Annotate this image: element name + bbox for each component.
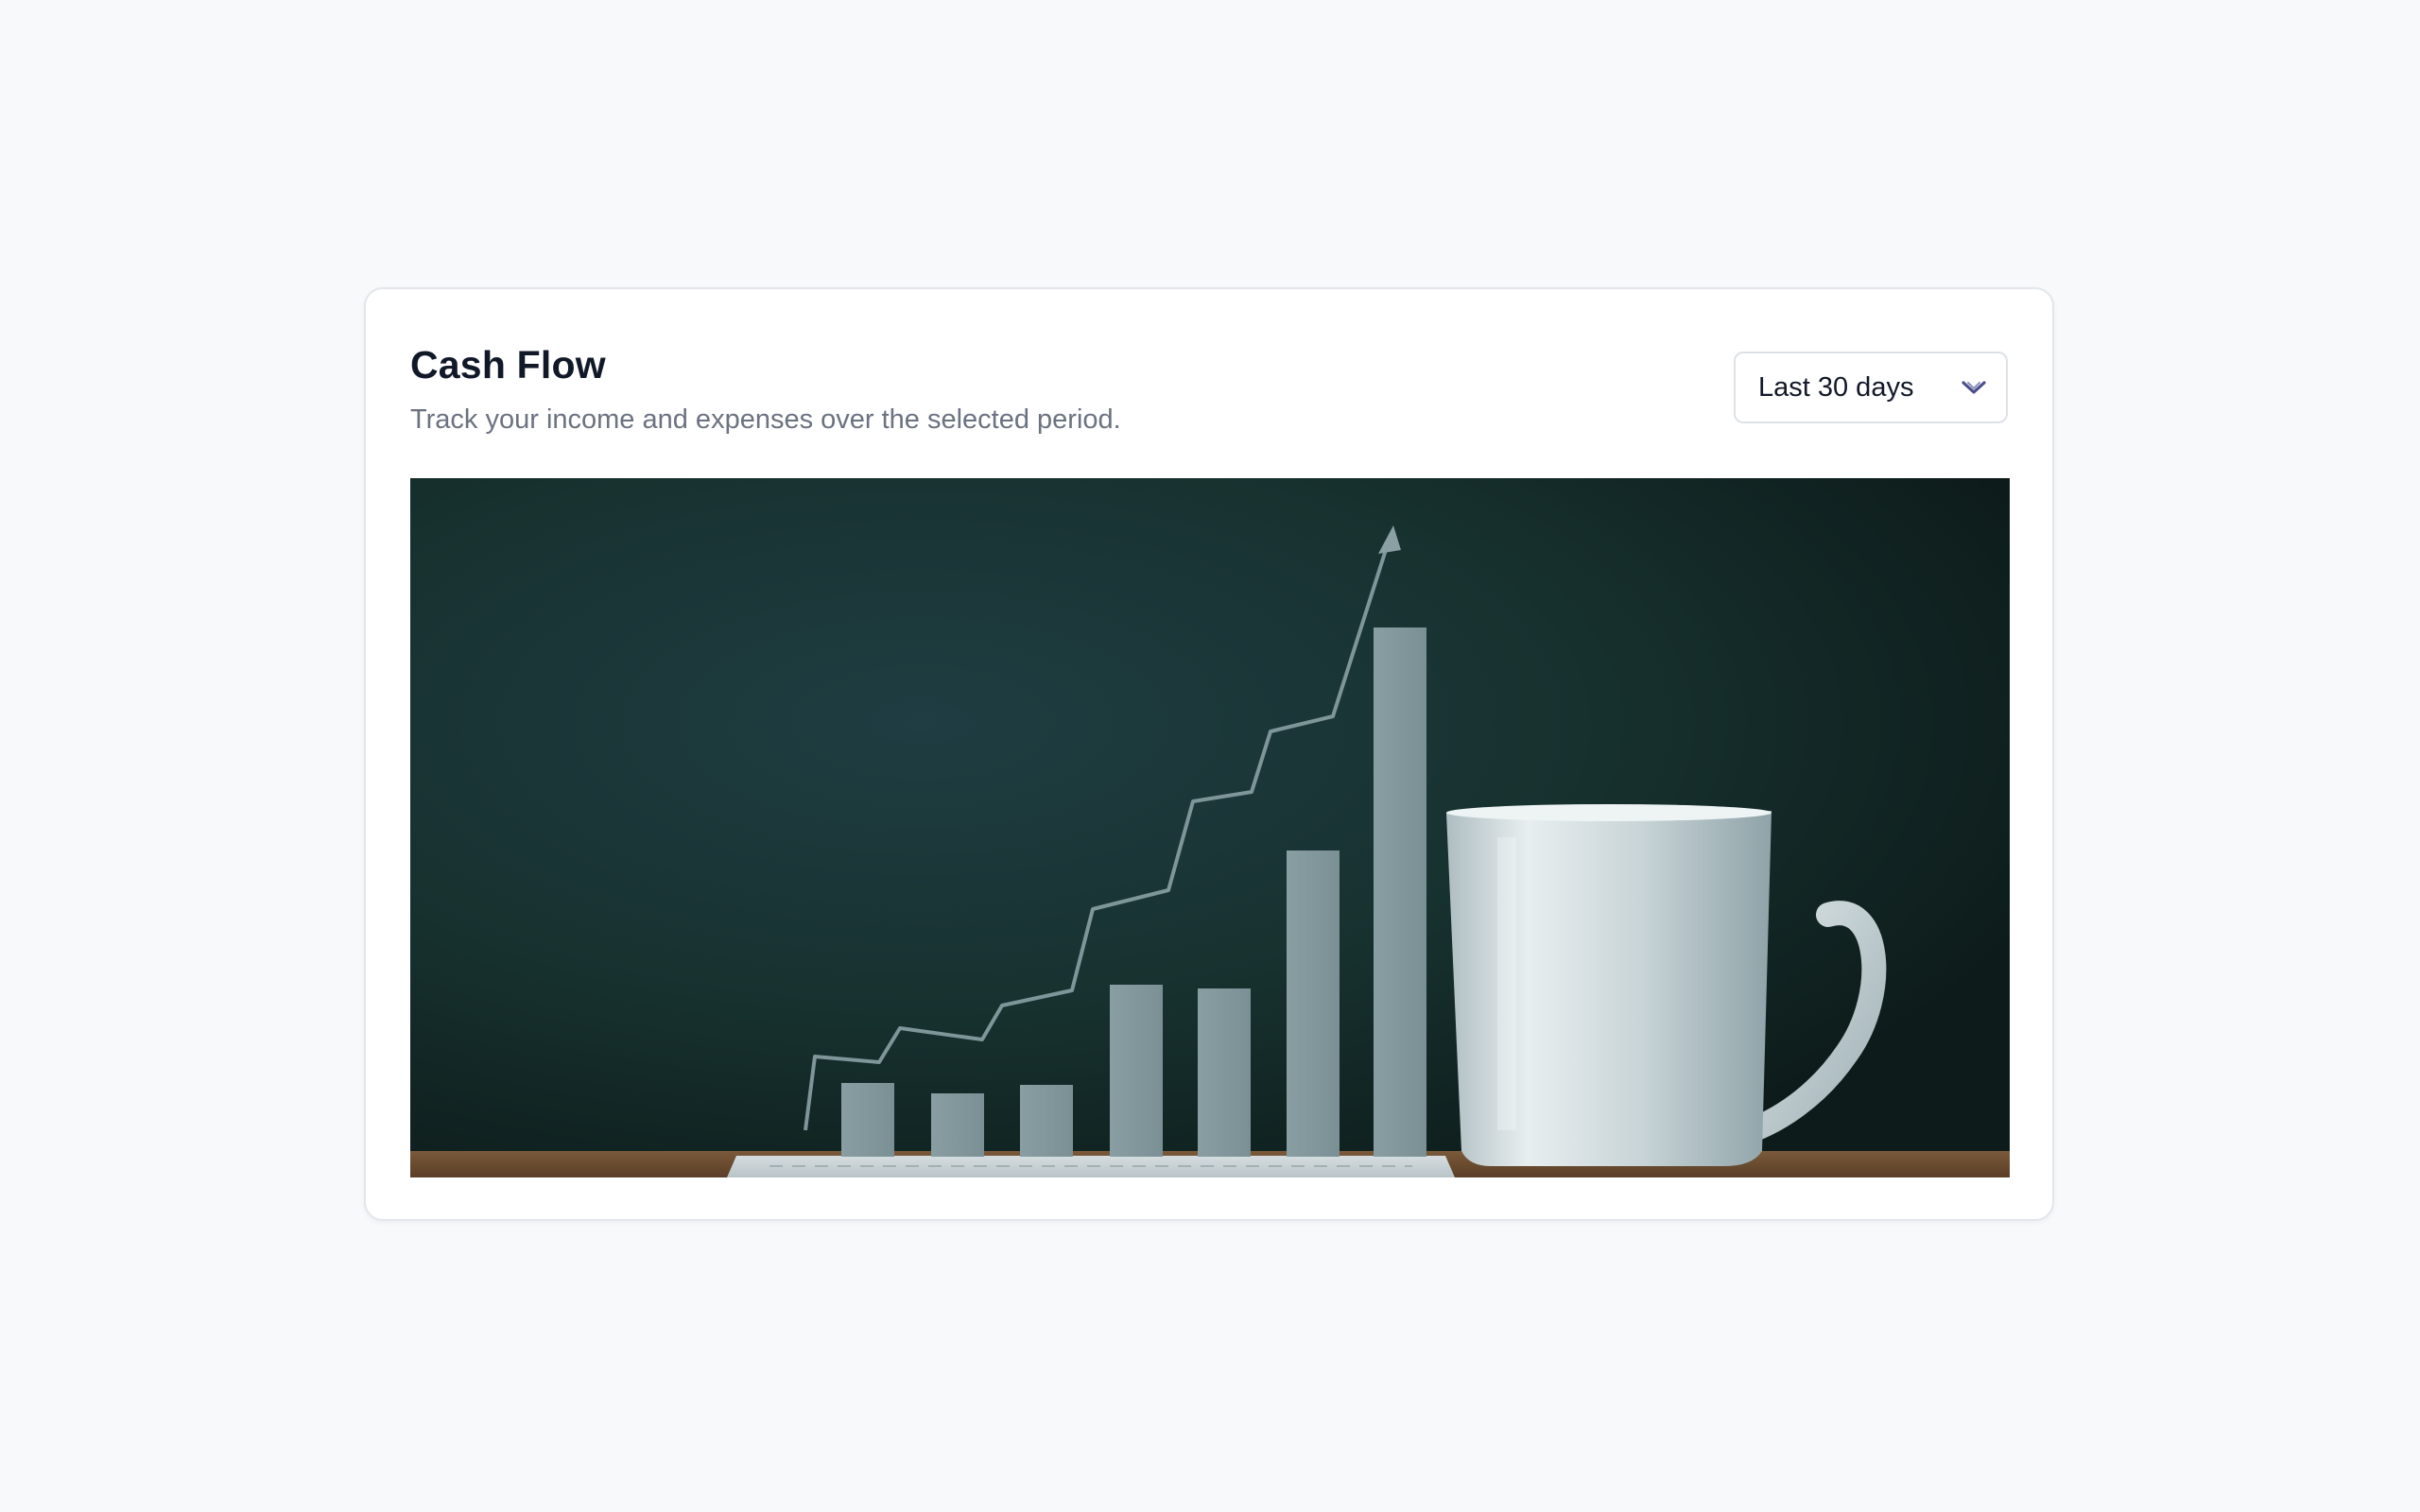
period-select-value: Last 30 days xyxy=(1758,372,1914,403)
chart-bar xyxy=(1110,985,1163,1157)
chart-bar xyxy=(1287,850,1340,1157)
chart-bar xyxy=(1198,988,1251,1157)
card-header: Cash Flow Track your income and expenses… xyxy=(410,336,2008,450)
card-subtitle: Track your income and expenses over the … xyxy=(410,404,1121,435)
period-select[interactable]: Last 30 days xyxy=(1734,352,2008,423)
chevron-down-icon xyxy=(1961,378,1987,397)
card-title: Cash Flow xyxy=(410,343,606,387)
chart-bar xyxy=(931,1093,984,1157)
chart-bar xyxy=(841,1083,894,1157)
chart-bar xyxy=(1020,1085,1073,1157)
chart-bar xyxy=(1374,627,1426,1157)
cash-flow-hero-image xyxy=(410,478,2010,1177)
cash-flow-card: Cash Flow Track your income and expenses… xyxy=(364,287,2054,1221)
growth-chart-photo xyxy=(410,478,2010,1177)
